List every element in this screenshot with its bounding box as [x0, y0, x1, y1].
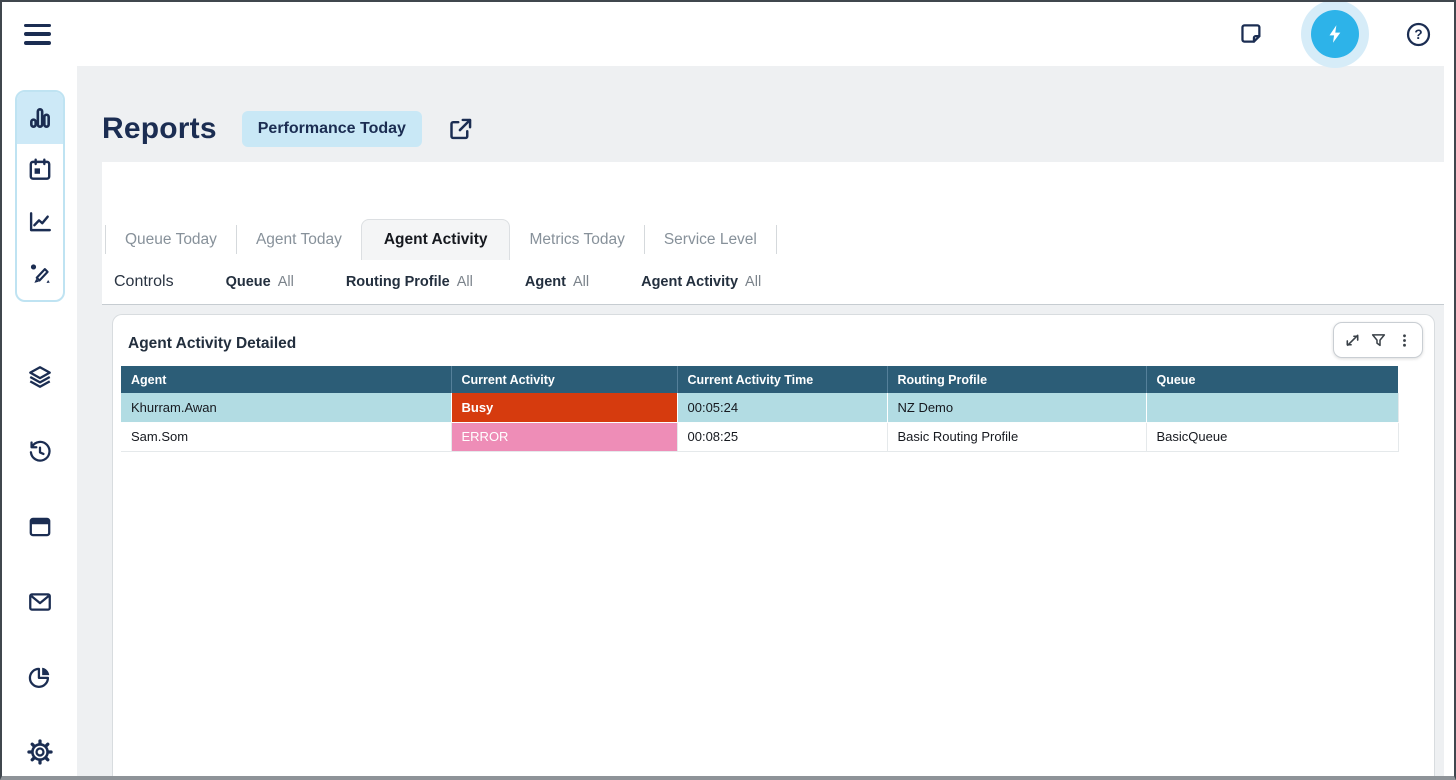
pie-chart-icon [27, 664, 53, 690]
sidebar-item-reports[interactable] [17, 92, 63, 144]
line-chart-icon [27, 209, 53, 235]
cell-current-activity: Busy [451, 393, 677, 422]
agent-activity-card: Agent Activity Detailed Agent Current Ac… [112, 314, 1435, 776]
menu-icon[interactable] [24, 24, 51, 45]
tab-agent-activity[interactable]: Agent Activity [361, 219, 511, 260]
table-row[interactable]: Khurram.Awan Busy 00:05:24 NZ Demo [121, 393, 1398, 422]
filter-routing-profile[interactable]: Routing ProfileAll [346, 274, 473, 290]
cell-current-activity: ERROR [451, 422, 677, 451]
tab-separator [776, 225, 777, 254]
column-header-routing-profile[interactable]: Routing Profile [887, 366, 1146, 393]
sidebar-item-settings[interactable] [27, 739, 53, 765]
sidebar-item-design[interactable] [17, 248, 63, 300]
page-title: Reports [102, 112, 217, 146]
agent-activity-table: Agent Current Activity Current Activity … [121, 366, 1399, 452]
table-header-row: Agent Current Activity Current Activity … [121, 366, 1398, 393]
cell-agent: Sam.Som [121, 422, 451, 451]
sidebar-item-mail[interactable] [27, 589, 53, 615]
browser-window-icon [27, 514, 53, 540]
column-header-current-activity[interactable]: Current Activity [451, 366, 677, 393]
cell-agent: Khurram.Awan [121, 393, 451, 422]
kebab-menu-icon[interactable] [1391, 326, 1417, 354]
cell-current-activity-time: 00:08:25 [677, 422, 887, 451]
sidebar-item-browser[interactable] [27, 514, 53, 540]
filter-queue[interactable]: QueueAll [226, 274, 294, 290]
filter-agent-activity[interactable]: Agent ActivityAll [641, 274, 761, 290]
svg-text:?: ? [1414, 27, 1422, 42]
main-content: Reports Performance Today Queue Today Ag… [77, 66, 1444, 776]
report-widget-header: Queue Today Agent Today Agent Activity M… [102, 162, 1444, 305]
column-header-queue[interactable]: Queue [1146, 366, 1398, 393]
column-header-agent[interactable]: Agent [121, 366, 451, 393]
tab-service-level[interactable]: Service Level [645, 219, 776, 260]
app-window: ? [0, 0, 1456, 780]
report-type-badge[interactable]: Performance Today [242, 111, 422, 147]
flash-icon[interactable] [1311, 10, 1359, 58]
history-icon [27, 439, 53, 465]
open-external-icon[interactable] [447, 116, 474, 143]
tab-queue-today[interactable]: Queue Today [106, 219, 236, 260]
tab-metrics-today[interactable]: Metrics Today [510, 219, 643, 260]
layers-icon [27, 364, 53, 390]
sidebar-item-metrics[interactable] [17, 196, 63, 248]
topbar: ? [2, 2, 1454, 66]
sidebar-secondary [27, 364, 53, 765]
bar-chart-icon [27, 105, 53, 131]
mail-icon [27, 589, 53, 615]
sidebar-report-group [15, 90, 65, 302]
controls-bar: Controls QueueAll Routing ProfileAll Age… [102, 260, 1444, 305]
expand-icon[interactable] [1339, 326, 1365, 354]
notes-icon[interactable] [1239, 21, 1265, 47]
sidebar-item-history[interactable] [27, 439, 53, 465]
cell-routing-profile: Basic Routing Profile [887, 422, 1146, 451]
cell-queue [1146, 393, 1398, 422]
cell-routing-profile: NZ Demo [887, 393, 1146, 422]
tab-agent-today[interactable]: Agent Today [237, 219, 361, 260]
topbar-actions: ? [1239, 10, 1432, 58]
sidebar-item-analytics[interactable] [27, 664, 53, 690]
calendar-icon [27, 157, 53, 183]
sidebar-item-calendar[interactable] [17, 144, 63, 196]
column-header-current-activity-time[interactable]: Current Activity Time [677, 366, 887, 393]
card-toolbar [1333, 322, 1423, 358]
gear-icon [27, 739, 53, 765]
table-row[interactable]: Sam.Som ERROR 00:08:25 Basic Routing Pro… [121, 422, 1398, 451]
filter-icon[interactable] [1365, 326, 1391, 354]
card-title: Agent Activity Detailed [113, 315, 1434, 366]
cell-current-activity-time: 00:05:24 [677, 393, 887, 422]
sidebar-item-layers[interactable] [27, 364, 53, 390]
cell-queue: BasicQueue [1146, 422, 1398, 451]
controls-label: Controls [114, 273, 174, 291]
sidebar [2, 66, 77, 776]
page-header: Reports Performance Today [77, 66, 1444, 162]
filter-agent[interactable]: AgentAll [525, 274, 589, 290]
brush-icon [27, 261, 53, 287]
help-icon[interactable]: ? [1405, 21, 1432, 48]
report-tabs: Queue Today Agent Today Agent Activity M… [102, 219, 1444, 260]
